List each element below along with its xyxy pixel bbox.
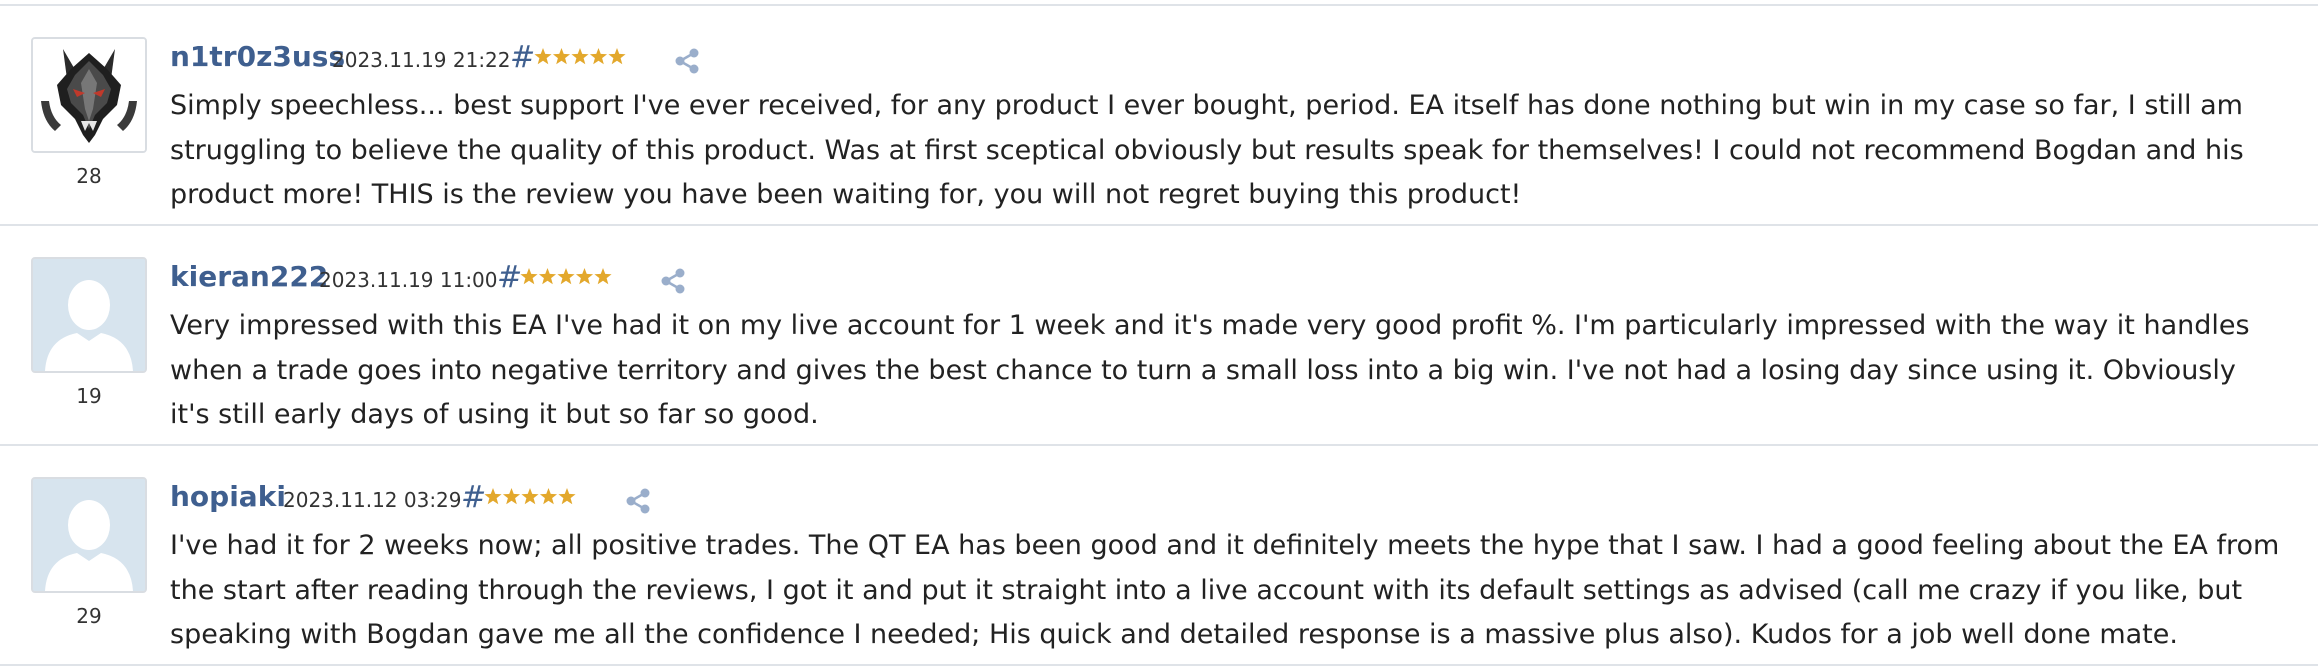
- share-icon: [626, 488, 650, 514]
- review-item: 29 hopiaki 2023.11.12 03:29 # I've had i…: [0, 446, 2318, 666]
- share-button[interactable]: [672, 46, 702, 76]
- star-icon: [484, 488, 502, 505]
- review-text: Very impressed with this EA I've had it …: [170, 310, 2250, 430]
- user-rating-count: 19: [76, 384, 102, 408]
- star-icon: [589, 48, 608, 65]
- star-icon: [534, 48, 626, 65]
- star-icon: [520, 268, 538, 285]
- star-icon: [502, 488, 521, 505]
- rating-stars: [484, 486, 576, 508]
- share-button[interactable]: [623, 486, 653, 516]
- review-text: Simply speechless... best support I've e…: [170, 90, 2244, 210]
- review-permalink[interactable]: #: [497, 260, 522, 295]
- share-icon: [661, 268, 685, 294]
- star-icon: [594, 268, 612, 285]
- default-user-avatar-icon: [33, 259, 145, 371]
- star-icon: [552, 48, 571, 65]
- default-user-avatar-icon: [33, 479, 145, 591]
- username-link[interactable]: n1tr0z3uss: [170, 40, 345, 73]
- review-permalink[interactable]: #: [461, 480, 486, 515]
- review-date: 2023.11.19 11:00: [319, 268, 498, 292]
- star-icon: [484, 488, 576, 505]
- share-button[interactable]: [658, 266, 688, 296]
- user-avatar[interactable]: [31, 477, 147, 593]
- review-date: 2023.11.19 21:22: [332, 48, 511, 72]
- star-icon: [575, 268, 594, 285]
- star-icon: [557, 268, 575, 285]
- witcher-wolf-avatar-icon: [33, 39, 145, 151]
- review-text: I've had it for 2 weeks now; all positiv…: [170, 530, 2280, 650]
- user-rating-count: 29: [76, 604, 102, 628]
- star-icon: [538, 268, 557, 285]
- review-date: 2023.11.12 03:29: [283, 488, 462, 512]
- rating-stars: [520, 266, 612, 288]
- share-icon: [675, 48, 699, 74]
- username-link[interactable]: kieran222: [170, 260, 328, 293]
- star-icon: [521, 488, 539, 505]
- username-link[interactable]: hopiaki: [170, 480, 286, 513]
- star-icon: [520, 268, 612, 285]
- star-icon: [571, 48, 589, 65]
- star-icon: [539, 488, 558, 505]
- star-icon: [534, 48, 552, 65]
- review-permalink[interactable]: #: [510, 40, 535, 75]
- user-avatar[interactable]: [31, 257, 147, 373]
- star-icon: [558, 488, 576, 505]
- user-avatar[interactable]: [31, 37, 147, 153]
- rating-stars: [534, 46, 626, 68]
- star-icon: [608, 48, 626, 65]
- review-item: 19 kieran222 2023.11.19 11:00 # Very imp…: [0, 226, 2318, 446]
- user-rating-count: 28: [76, 164, 102, 188]
- review-item: 28 n1tr0z3uss 2023.11.19 21:22 # Simply …: [0, 6, 2318, 226]
